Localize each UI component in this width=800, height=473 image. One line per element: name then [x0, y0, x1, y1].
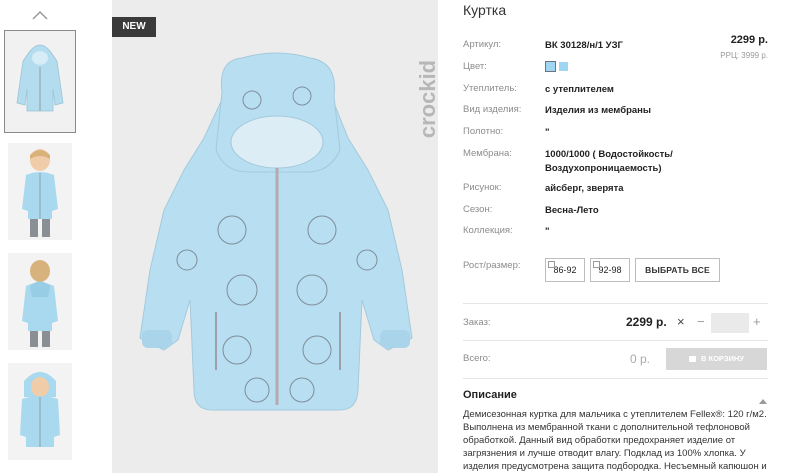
size-option-86-92[interactable]: 86-92 [545, 258, 585, 282]
description-title[interactable]: Описание [463, 389, 517, 401]
size-checkbox[interactable] [593, 261, 600, 268]
color-swatch-1[interactable] [545, 61, 556, 72]
main-product-image[interactable]: NEW crockid [112, 0, 438, 473]
product-price: 2299 р. [730, 34, 768, 46]
increase-qty-button[interactable]: + [753, 314, 761, 329]
chevron-up-icon[interactable] [30, 8, 50, 22]
thumbnail-1-jacket[interactable] [4, 30, 76, 133]
divider [463, 340, 768, 341]
thumbnail-4-model-hood[interactable] [8, 363, 72, 460]
thumbnail-2-model-front[interactable] [8, 143, 72, 240]
description-text: Демисезонная куртка для мальчика с утепл… [463, 409, 767, 472]
select-all-sizes-button[interactable]: ВЫБРАТЬ ВСЕ [635, 258, 720, 282]
recommended-price: РРЦ: 3999 р. [720, 51, 768, 60]
add-to-cart-button[interactable]: В КОРЗИНУ [666, 348, 767, 370]
product-info: Куртка 2299 р. РРЦ: 3999 р. Артикул: ВК … [463, 2, 768, 472]
product-title: Куртка [463, 2, 507, 18]
collapse-triangle-icon[interactable] [759, 391, 767, 409]
divider [463, 378, 768, 379]
jacket-illustration [139, 52, 413, 411]
color-swatch-2[interactable] [559, 62, 568, 71]
cart-icon [689, 356, 696, 363]
remove-icon[interactable]: × [677, 314, 685, 329]
thumbnail-strip [0, 0, 82, 473]
total-value: 0 р. [630, 352, 651, 366]
size-checkbox[interactable] [548, 261, 555, 268]
divider [463, 303, 768, 304]
decrease-qty-button[interactable]: − [697, 314, 705, 329]
size-option-92-98[interactable]: 92-98 [590, 258, 630, 282]
order-price: 2299 р. [626, 315, 667, 329]
quantity-input[interactable] [711, 313, 749, 333]
thumbnail-3-model-back[interactable] [8, 253, 72, 350]
